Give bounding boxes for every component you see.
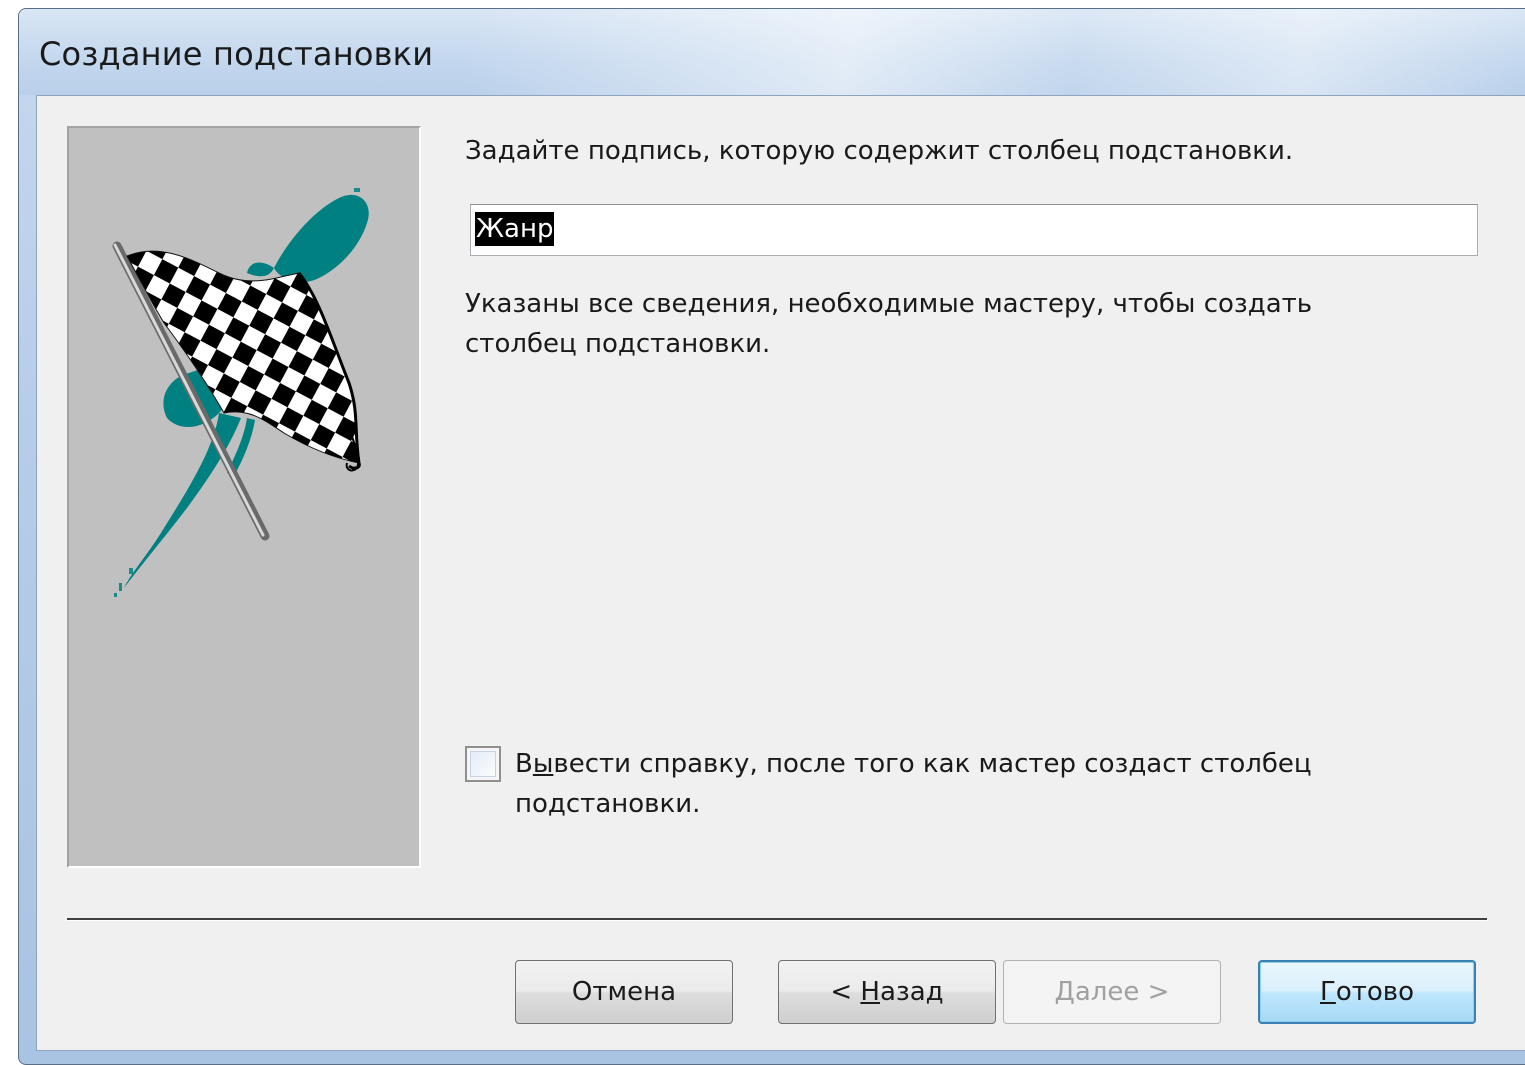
title-bar[interactable]: Создание подстановки: [19, 9, 1525, 95]
finish-label-rest: отово: [1335, 977, 1415, 1007]
finish-button-label: Готово: [1320, 977, 1414, 1007]
help-label-line-2: подстановки.: [515, 789, 701, 819]
checkered-flag-icon: [112, 188, 369, 597]
caption-input-value: Жанр: [475, 212, 555, 246]
info-line-1: Указаны все сведения, необходимые мастер…: [465, 289, 1313, 319]
cancel-button-label: Отмена: [571, 977, 677, 1007]
help-label-access-key: ы: [532, 749, 554, 779]
wizard-window: Создание подстановки Задайте подпись, ко…: [18, 8, 1525, 1065]
next-button-label: Далее >: [1055, 977, 1170, 1007]
back-label-rest: азад: [879, 977, 944, 1007]
caption-prompt: Задайте подпись, которую содержит столбе…: [465, 136, 1294, 166]
back-button-label: < Назад: [830, 977, 943, 1007]
finish-button[interactable]: Готово: [1258, 960, 1476, 1024]
back-label-access-key: Н: [860, 977, 880, 1007]
cancel-button[interactable]: Отмена: [515, 960, 733, 1024]
back-button[interactable]: < Назад: [778, 960, 996, 1024]
help-label-part: В: [515, 749, 533, 779]
window-title: Создание подстановки: [39, 35, 434, 73]
help-checkbox-label[interactable]: Вывести справку, после того как мастер с…: [515, 744, 1415, 824]
next-button[interactable]: Далее >: [1003, 960, 1221, 1024]
wizard-client-area: Задайте подпись, которую содержит столбе…: [36, 95, 1525, 1051]
next-label-rest: алее >: [1074, 977, 1170, 1007]
help-label-part: вести справку, после того как мастер соз…: [553, 749, 1312, 779]
next-label-access-key: Д: [1054, 977, 1075, 1007]
wizard-info-text: Указаны все сведения, необходимые мастер…: [465, 284, 1425, 364]
wizard-image-panel: [67, 126, 421, 868]
caption-input[interactable]: Жанр: [470, 204, 1478, 256]
button-separator: [67, 918, 1487, 921]
help-checkbox[interactable]: [465, 746, 501, 782]
finish-label-access-key: Г: [1319, 977, 1336, 1007]
back-label-prefix: <: [830, 977, 861, 1007]
info-line-2: столбец подстановки.: [465, 329, 771, 359]
